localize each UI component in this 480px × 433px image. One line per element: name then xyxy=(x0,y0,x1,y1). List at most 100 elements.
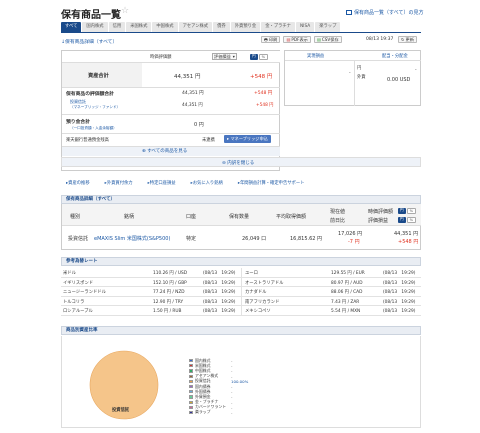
realized-pl-link[interactable]: 実現損益 xyxy=(307,53,324,59)
tab-1[interactable]: 国内株式 xyxy=(82,22,108,32)
yen-toggle[interactable]: 円 xyxy=(250,54,258,60)
deposit-sub-link[interactable]: （一口投資額・入金余裕額） xyxy=(70,126,117,131)
tab-6[interactable]: 債券 xyxy=(213,22,230,32)
realized-panel: 実現損益 配当・分配金 - 円 - 外貨 0.00 USD xyxy=(284,50,421,106)
tab-0[interactable]: すべて xyxy=(61,22,82,32)
holdings-section-header: 保有商品詳細（すべて） xyxy=(61,195,421,204)
fx-rate: 1.50 円 / RUB xyxy=(153,309,182,314)
tab-10[interactable]: 楽ラップ xyxy=(315,22,341,32)
quick-link-4[interactable]: ▸年間損益計算・確定申告サポート xyxy=(238,180,305,186)
fx-section-header: 参考為替レート xyxy=(61,257,421,266)
pie-label: 投資信託 xyxy=(112,408,130,413)
holdings-total-value: 44,351 円 xyxy=(182,91,204,96)
refresh-icon: ↻ xyxy=(401,36,405,42)
fx-time: (08/13 19:29) xyxy=(383,280,416,286)
holdings-total-label: 保有商品の評価額合計 xyxy=(66,92,114,97)
asset-total-label: 資産合計 xyxy=(88,73,109,79)
fx-time: (08/13 19:29) xyxy=(203,280,236,286)
fund-name-link[interactable]: eMAXIS Slim 米国株式(S&P500) xyxy=(94,235,170,242)
col-eval-pl: 評価損益 xyxy=(368,218,389,224)
summary-panel: 時価評価額 評価損益 ▾ 円 % 資産合計 44,351 円 +548 円 保有商… xyxy=(61,50,280,171)
legend-swatch xyxy=(189,374,193,378)
favorite-star-icon[interactable]: ☆ xyxy=(121,6,129,16)
refresh-button[interactable]: ↻ 更新 xyxy=(398,36,417,43)
page-title: 保有商品一覧 xyxy=(61,10,121,21)
realized-value: - xyxy=(349,71,351,76)
legend-item: 楽ラップ - xyxy=(189,409,289,415)
fund-sub-link[interactable]: （マネーブリッジ・ファンド） xyxy=(70,105,120,110)
fx-currency-name: トルコリラ xyxy=(63,299,85,305)
quick-link-3[interactable]: ▸お気に入り銘柄 xyxy=(191,180,223,186)
close-details-link: 内訳を閉じる xyxy=(227,160,255,166)
detail-link[interactable]: ↓保有商品詳細（すべて） xyxy=(61,38,117,45)
col-quantity: 保有数量 xyxy=(229,214,250,220)
tab-2[interactable]: 信用 xyxy=(108,22,126,32)
fx-currency-name: オーストラリアドル xyxy=(245,280,284,286)
fx-currency-name: ロシアルーブル xyxy=(63,309,93,314)
fx-time: (08/13 19:29) xyxy=(383,271,416,276)
holdings-total-pl: +548 円 xyxy=(254,91,273,96)
fx-row: ニュージーランドドル 77.24 円 / NZD (08/13 19:29) カナダド… xyxy=(61,287,421,297)
bank-balance-label: 楽天銀行普通預金残高 xyxy=(66,138,109,143)
tab-3[interactable]: 米国株式 xyxy=(126,22,152,32)
yen-cash-value: - xyxy=(415,68,417,73)
holdings-percent-toggle-2[interactable]: % xyxy=(406,217,417,223)
csv-icon: ▤ xyxy=(316,36,321,42)
dividend-link[interactable]: 配当・分配金 xyxy=(382,53,408,59)
quick-link-0[interactable]: ▸資産の推移 xyxy=(66,180,90,186)
fx-time: (08/13 19:29) xyxy=(203,299,236,305)
printer-icon: 🖶 xyxy=(264,36,268,42)
tab-7[interactable]: 外貨預り金 xyxy=(230,22,261,32)
ratio-panel: 投資信託 国内株式 - 米国株式 - 中国株式 - アセアン株式 - 投資信託 100.00% 国内… xyxy=(61,336,421,428)
close-details-bar[interactable]: ⊖ 内訳を閉じる xyxy=(61,157,421,167)
holdings-percent-toggle[interactable]: % xyxy=(406,208,417,214)
fx-currency-name: 米ドル xyxy=(63,271,76,276)
show-all-button[interactable]: ⊕ すべての商品を見る xyxy=(142,148,187,154)
foreign-value: 0.00 USD xyxy=(387,77,411,83)
csv-button[interactable]: ▤ CSV保存 xyxy=(313,36,342,43)
holdings-table: 種別 銘柄 口座 保有数量 平均取得価額 現在値 前日比 時価評価額 評価損益 … xyxy=(61,204,421,250)
deposit-total-value: 0 円 xyxy=(194,122,204,128)
fx-currency-name: メキシコペソ xyxy=(245,309,271,314)
holdings-yen-toggle[interactable]: 円 xyxy=(398,208,406,214)
legend-swatch xyxy=(189,390,193,394)
legend-swatch xyxy=(189,384,193,389)
fx-table: 米ドル 110.26 円 / USD (08/13 19:29) ユーロ 129.55 … xyxy=(61,268,421,316)
col-prev-diff: 前日比 xyxy=(330,218,346,224)
fx-time: (08/13 19:29) xyxy=(203,271,236,276)
print-button[interactable]: 🖶 印刷 xyxy=(261,36,281,43)
legend-value: - xyxy=(231,409,233,415)
tab-9[interactable]: NISA xyxy=(295,22,315,32)
legend-label: 楽ラップ xyxy=(195,409,211,415)
dropdown-icon: ▾ xyxy=(232,54,235,59)
quick-link-2[interactable]: ▸特定口座損益 xyxy=(148,180,176,186)
percent-toggle[interactable]: % xyxy=(258,54,269,60)
tab-5[interactable]: アセアン株式 xyxy=(178,22,213,32)
fx-currency-name: 南アフリカランド xyxy=(245,299,280,305)
tab-underline xyxy=(61,32,421,33)
bank-status: 未連携 xyxy=(202,138,215,143)
quick-link-1[interactable]: ▸外貨買付余力 xyxy=(105,180,133,186)
fx-row: トルコリラ 12.90 円 / TRY (08/13 19:29) 南アフリカランド 7… xyxy=(61,296,421,306)
legend-swatch xyxy=(189,405,193,409)
fx-rate: 5.54 円 / MXN xyxy=(331,309,361,314)
legend-swatch xyxy=(189,400,193,404)
col-account: 口座 xyxy=(186,214,197,220)
col-type: 種別 xyxy=(70,214,81,220)
fx-rate: 88.06 円 / CAD xyxy=(331,290,363,295)
yen-unit-label: 円 xyxy=(357,66,362,71)
col-name: 銘柄 xyxy=(124,214,135,220)
money-bridge-button[interactable]: ▸ マネーブリッジ申込 xyxy=(224,135,271,143)
fx-time: (08/13 19:29) xyxy=(383,309,416,314)
tab-4[interactable]: 中国株式 xyxy=(152,22,178,32)
tab-8[interactable]: 金・プラチナ xyxy=(261,22,295,32)
holdings-yen-toggle-2[interactable]: 円 xyxy=(398,217,406,223)
help-link[interactable]: 保有商品一覧（すべて）の見方 xyxy=(346,9,423,16)
pdf-button[interactable]: ▤ PDF表示 xyxy=(283,36,311,43)
legend-swatch xyxy=(189,395,193,399)
market-value-header: 時価評価額 xyxy=(150,55,172,60)
legend-swatch xyxy=(189,359,193,363)
fx-rate: 80.97 円 / AUD xyxy=(331,280,363,286)
fx-time: (08/13 19:29) xyxy=(203,290,236,295)
eval-select[interactable]: 評価損益 ▾ xyxy=(212,53,237,60)
